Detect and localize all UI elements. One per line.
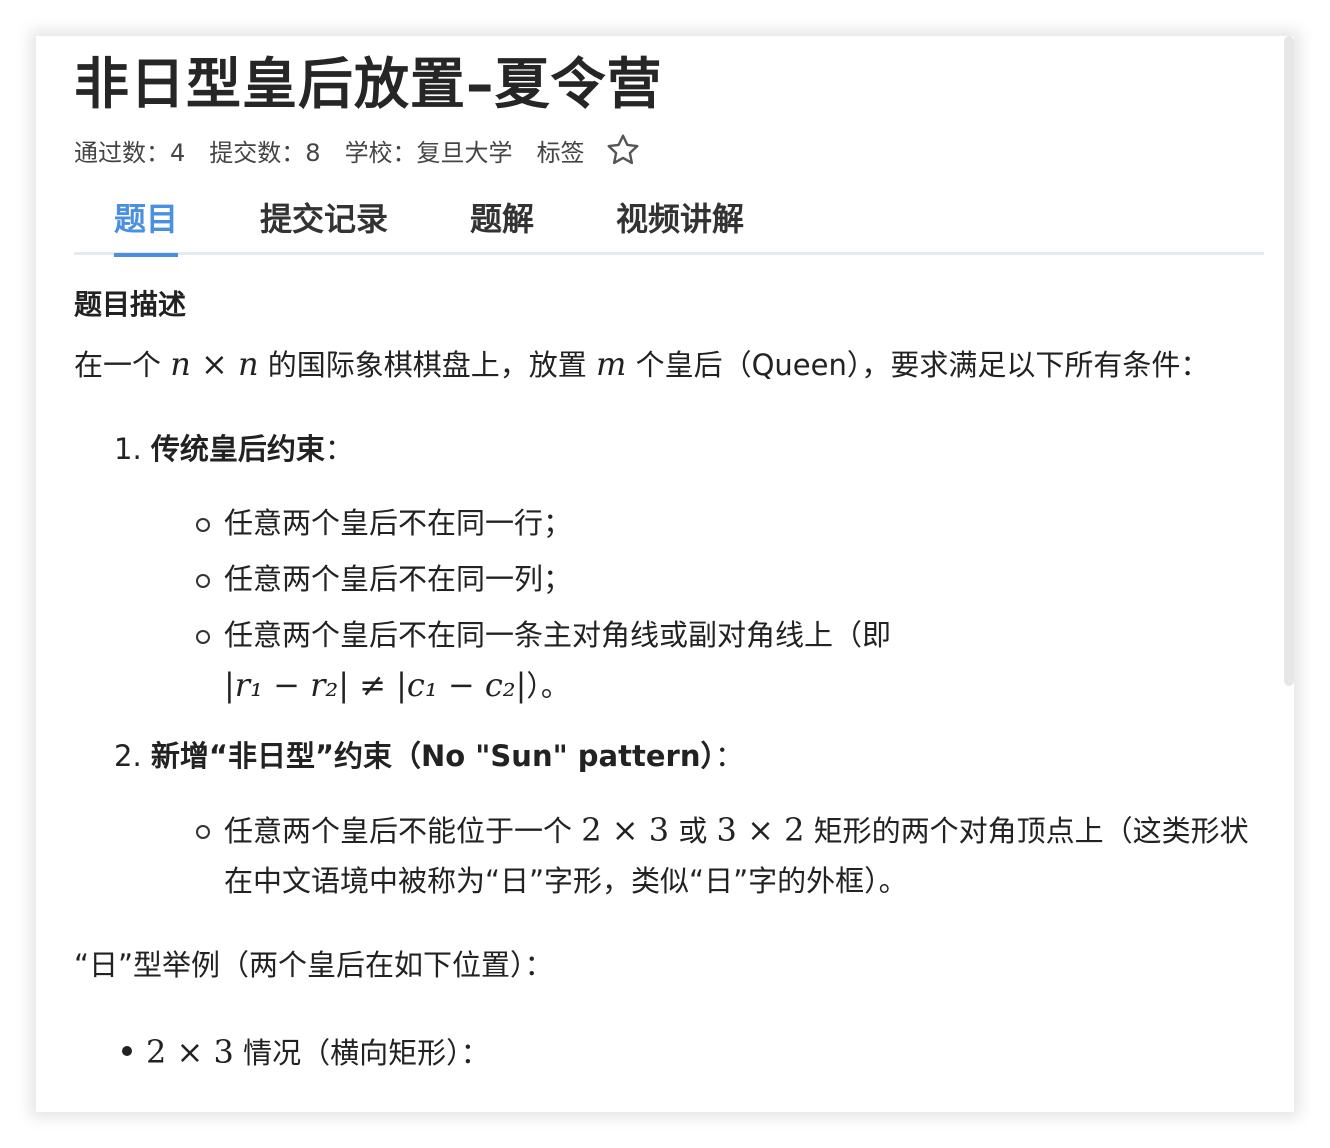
diagonal-rule-text: 任意两个皇后不在同一条主对角线或副对角线上（即 xyxy=(224,618,892,652)
tab-submissions[interactable]: 提交记录 xyxy=(260,194,388,254)
tab-solutions[interactable]: 题解 xyxy=(470,194,534,254)
case-2x3-math: 2 × 3 xyxy=(146,1033,234,1071)
list-item: 任意两个皇后不在同一行； xyxy=(196,498,1264,548)
problem-meta: 通过数：4 提交数：8 学校：复旦大学 标签 xyxy=(74,132,1264,168)
diagonal-formula: |r₁ − r₂| ≠ |c₁ − c₂| xyxy=(224,666,527,704)
section-title: 题目描述 xyxy=(74,288,187,321)
rule-1-heading: 1. 传统皇后约束： xyxy=(114,426,1264,468)
rect-3x2-math: 3 × 2 xyxy=(716,811,805,849)
tab-bar: 题目 提交记录 题解 视频讲解 xyxy=(74,194,1264,257)
tags-label[interactable]: 标签 xyxy=(537,133,585,168)
rule-1-list: 任意两个皇后不在同一行； 任意两个皇后不在同一列； 任意两个皇后不在同一条主对角… xyxy=(74,498,1264,711)
intro-text-2: 的国际象棋棋盘上，放置 xyxy=(258,348,597,382)
board-size-math: n × n xyxy=(170,345,259,383)
case-2x3-text: 情况（横向矩形）： xyxy=(233,1036,490,1070)
list-item: 任意两个皇后不在同一列； xyxy=(196,554,1264,604)
problem-window: 非日型皇后放置–夏令营 通过数：4 提交数：8 学校：复旦大学 标签 题目 提交… xyxy=(36,36,1294,1112)
star-icon[interactable] xyxy=(605,132,641,168)
list-item: 任意两个皇后不在同一条主对角线或副对角线上（即 |r₁ − r₂| ≠ |c₁ −… xyxy=(196,610,1264,711)
rule-2-title: 新增“非日型”约束（No "Sun" pattern） xyxy=(150,739,715,773)
rule-2-heading: 2. 新增“非日型”约束（No "Sun" pattern）： xyxy=(114,733,1264,775)
rect-2x3-math: 2 × 3 xyxy=(581,811,670,849)
list-item: 任意两个皇后不能位于一个 2 × 3 或 3 × 2 矩形的两个对角顶点上（这类… xyxy=(196,805,1264,906)
list-item: 2 × 3 情况（横向矩形）： xyxy=(114,1030,1264,1072)
rule-1-title: 传统皇后约束 xyxy=(150,432,325,466)
intro-paragraph: 在一个 n × n 的国际象棋棋盘上，放置 m 个皇后（Queen），要求满足以… xyxy=(74,339,1264,390)
rule-2-text-a: 任意两个皇后不能位于一个 xyxy=(224,814,582,848)
rule-2-number: 2. xyxy=(114,739,151,773)
queen-count-math: m xyxy=(596,345,627,383)
school-label: 学校：复旦大学 xyxy=(344,138,513,167)
rule-2-list: 任意两个皇后不能位于一个 2 × 3 或 3 × 2 矩形的两个对角顶点上（这类… xyxy=(74,805,1264,906)
rule-2-colon: ： xyxy=(714,739,744,773)
rule-1-colon: ： xyxy=(324,432,354,466)
formula-end: ）。 xyxy=(526,669,570,703)
vertical-scrollbar[interactable] xyxy=(1284,36,1294,686)
tab-video[interactable]: 视频讲解 xyxy=(616,194,744,254)
example-heading: “日”型举例（两个皇后在如下位置）： xyxy=(74,948,554,982)
intro-text-1: 在一个 xyxy=(74,348,171,382)
intro-text-3: 个皇后（Queen），要求满足以下所有条件： xyxy=(626,348,1210,382)
problem-content: 非日型皇后放置–夏令营 通过数：4 提交数：8 学校：复旦大学 标签 题目 提交… xyxy=(74,44,1264,1072)
passed-count: 通过数：4 xyxy=(74,138,186,167)
submitted-count: 提交数：8 xyxy=(209,138,321,167)
page-title: 非日型皇后放置–夏令营 xyxy=(74,52,663,116)
tab-problem[interactable]: 题目 xyxy=(114,194,179,257)
rule-1-number: 1. xyxy=(114,432,151,466)
rule-2-text-b: 或 xyxy=(669,814,717,848)
